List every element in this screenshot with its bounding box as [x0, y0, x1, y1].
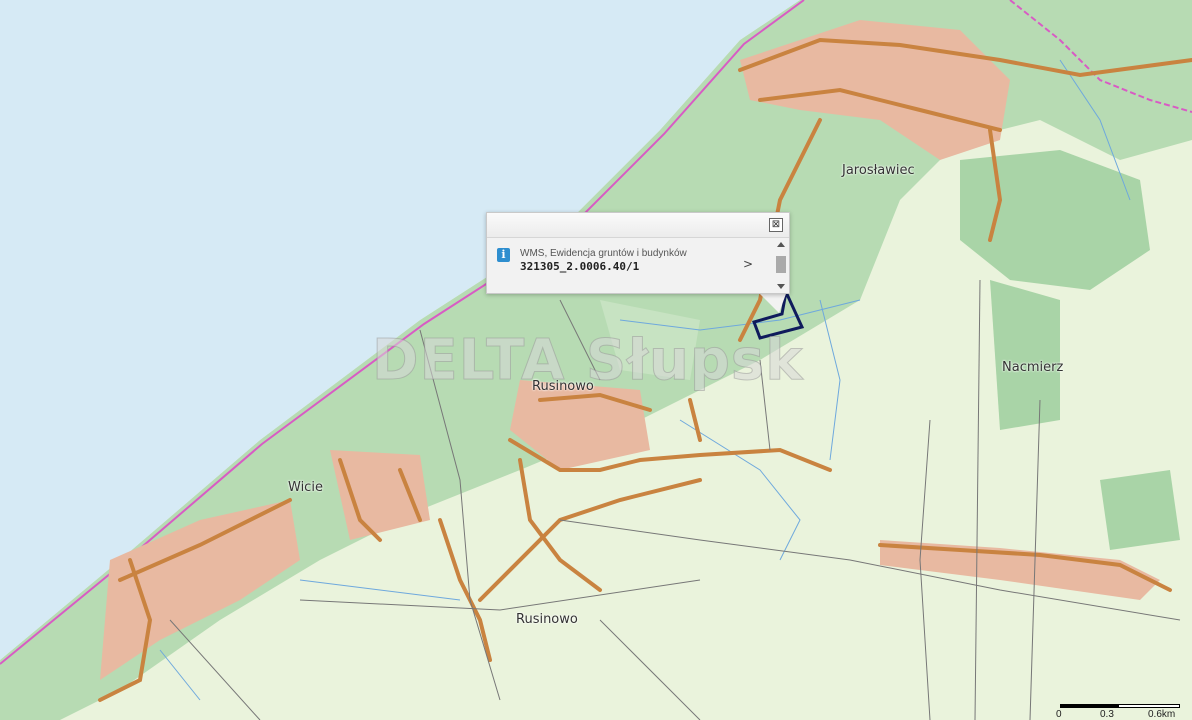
scroll-up-icon[interactable] [777, 242, 785, 247]
place-label-nacmierz: Nacmierz [1002, 360, 1064, 375]
place-label-wicie: Wicie [288, 480, 323, 495]
place-label-rusinowo-south: Rusinowo [516, 612, 578, 627]
popup-header: ⊠ [487, 213, 789, 238]
scroll-thumb[interactable] [776, 256, 786, 273]
info-icon: i [497, 248, 510, 262]
feature-info-popup: ⊠ i WMS, Ewidencja gruntów i budynków 32… [486, 212, 790, 294]
scale-bar: 0 0.3 0.6km [1056, 700, 1184, 720]
parcel-id[interactable]: 321305_2.0006.40/1 [520, 260, 639, 273]
popup-scrollbar[interactable] [776, 242, 786, 292]
scale-label: 0.3 [1100, 709, 1114, 720]
scale-label: 0.6km [1148, 709, 1176, 720]
popup-body: i WMS, Ewidencja gruntów i budynków 3213… [487, 238, 789, 293]
next-result-button[interactable]: > [743, 257, 753, 271]
forest-patch [990, 280, 1060, 430]
place-label-jaroslawiec: Jarosławiec [842, 163, 915, 178]
popup-pointer [757, 291, 787, 313]
forest-patch [1100, 470, 1180, 550]
place-label-rusinowo-north: Rusinowo [532, 379, 594, 394]
scroll-down-icon[interactable] [777, 284, 785, 289]
scale-bar-segment [1060, 704, 1118, 708]
scale-label: 0 [1056, 709, 1062, 720]
layer-name: WMS, Ewidencja gruntów i budynków [520, 248, 687, 259]
close-icon[interactable]: ⊠ [769, 218, 783, 232]
scale-bar-segment [1118, 704, 1180, 708]
